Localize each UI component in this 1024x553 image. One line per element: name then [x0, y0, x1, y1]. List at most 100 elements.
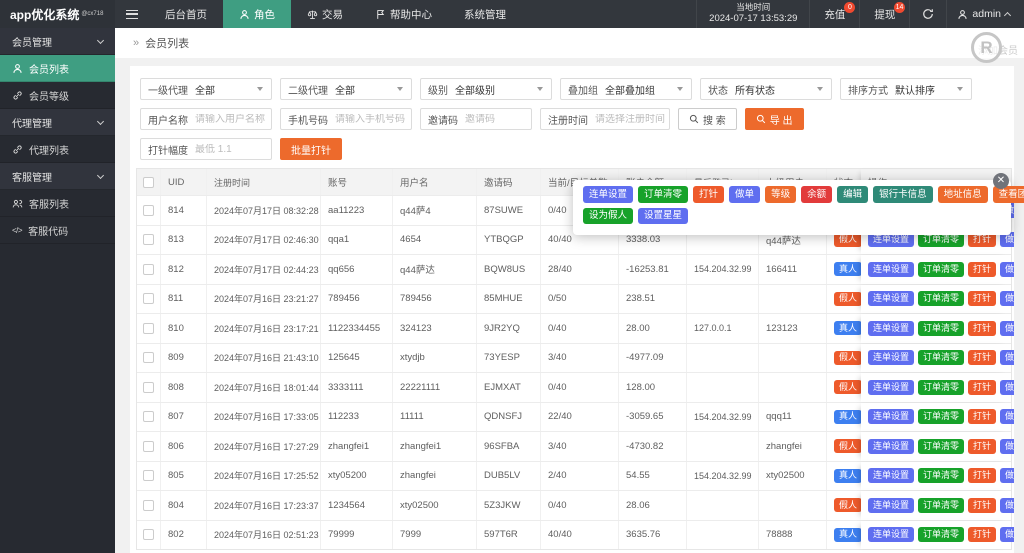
chain-order-settings-button[interactable]: 连单设置 [868, 379, 915, 395]
sidebar-item-service-code[interactable]: </> 客服代码 [0, 217, 115, 244]
chain-order-settings-button[interactable]: 连单设置 [868, 497, 915, 513]
refresh-button[interactable] [909, 0, 946, 28]
select-all-checkbox[interactable] [143, 176, 154, 188]
order-reset-button[interactable]: 订单清零 [918, 409, 965, 425]
row-checkbox[interactable] [143, 352, 154, 364]
select-stack-group[interactable]: 叠加组 全部叠加组 [560, 78, 692, 100]
nav-item-trade[interactable]: 交易 [291, 0, 359, 28]
sidebar-group-member[interactable]: 会员管理 [0, 28, 115, 55]
username-input[interactable] [195, 113, 271, 125]
row-checkbox[interactable] [143, 322, 154, 334]
order-reset-button[interactable]: 订单清零 [918, 291, 965, 307]
select-agent-level1[interactable]: 一级代理 全部 [140, 78, 272, 100]
popup-inject-button[interactable]: 打针 [693, 186, 725, 203]
nav-item-home[interactable]: 后台首页 [149, 0, 223, 28]
popup-balance-button[interactable]: 余额 [801, 186, 833, 203]
select-level[interactable]: 级别 全部级别 [420, 78, 552, 100]
row-checkbox[interactable] [143, 499, 154, 511]
make-order-button[interactable]: 做单 [1000, 409, 1014, 425]
nav-item-roles[interactable]: 角色 [223, 0, 291, 28]
inject-button[interactable]: 打针 [968, 291, 997, 307]
select-sort[interactable]: 排序方式 默认排序 [840, 78, 972, 100]
make-order-button[interactable]: 做单 [1000, 497, 1014, 513]
row-checkbox[interactable] [143, 263, 154, 275]
popup-order-reset-button[interactable]: 订单清零 [638, 186, 689, 203]
inject-button[interactable]: 打针 [968, 320, 997, 336]
withdraw-button[interactable]: 提现 14 [859, 0, 909, 28]
recharge-button[interactable]: 充值 0 [809, 0, 859, 28]
popup-make-order-button[interactable]: 做单 [729, 186, 761, 203]
order-reset-button[interactable]: 订单清零 [918, 438, 965, 454]
inject-button[interactable]: 打针 [968, 497, 997, 513]
make-order-button[interactable]: 做单 [1000, 320, 1014, 336]
order-reset-button[interactable]: 订单清零 [918, 350, 965, 366]
chain-order-settings-button[interactable]: 连单设置 [868, 350, 915, 366]
invite-code-input[interactable] [465, 113, 531, 125]
make-order-button[interactable]: 做单 [1000, 350, 1014, 366]
make-order-button[interactable]: 做单 [1000, 468, 1014, 484]
chain-order-settings-button[interactable]: 连单设置 [868, 291, 915, 307]
make-order-button[interactable]: 做单 [1000, 379, 1014, 395]
popup-set-fake-user-button[interactable]: 设为假人 [583, 207, 634, 224]
table-row: 812 2024年07月17日 02:44:23 qq656 q44萨达 BQW… [137, 254, 1014, 284]
chain-order-settings-button[interactable]: 连单设置 [868, 468, 915, 484]
chain-order-settings-button[interactable]: 连单设置 [868, 320, 915, 336]
inject-button[interactable]: 打针 [968, 468, 997, 484]
chain-order-settings-button[interactable]: 连单设置 [868, 438, 915, 454]
row-checkbox[interactable] [143, 204, 154, 216]
row-checkbox[interactable] [143, 440, 154, 452]
batch-inject-button[interactable]: 批量打针 [280, 138, 342, 160]
sidebar-item-member-list[interactable]: 会员列表 [0, 55, 115, 82]
make-order-button[interactable]: 做单 [1000, 527, 1014, 543]
sidebar-group-agent[interactable]: 代理管理 [0, 109, 115, 136]
order-reset-button[interactable]: 订单清零 [918, 320, 965, 336]
order-reset-button[interactable]: 订单清零 [918, 468, 965, 484]
sidebar-item-member-level[interactable]: 会员等级 [0, 82, 115, 109]
order-reset-button[interactable]: 订单清零 [918, 261, 965, 277]
row-checkbox[interactable] [143, 234, 154, 246]
export-button[interactable]: 导 出 [744, 108, 804, 130]
sidebar-group-service[interactable]: 客服管理 [0, 163, 115, 190]
make-order-button[interactable]: 做单 [1000, 438, 1014, 454]
inject-button[interactable]: 打针 [968, 379, 997, 395]
chain-order-settings-button[interactable]: 连单设置 [868, 409, 915, 425]
popup-address-info-button[interactable]: 地址信息 [937, 186, 988, 203]
popup-set-stars-button[interactable]: 设置星星 [638, 207, 689, 224]
inject-range-input[interactable] [195, 143, 271, 155]
inject-button[interactable]: 打针 [968, 409, 997, 425]
sidebar-item-service-list[interactable]: 客服列表 [0, 190, 115, 217]
inject-button[interactable]: 打针 [968, 438, 997, 454]
select-agent-level2[interactable]: 二级代理 全部 [280, 78, 412, 100]
person-icon [958, 9, 967, 19]
popup-level-button[interactable]: 等级 [765, 186, 797, 203]
make-order-button[interactable]: 做单 [1000, 291, 1014, 307]
inject-button[interactable]: 打针 [968, 527, 997, 543]
make-order-button[interactable]: 做单 [1000, 261, 1014, 277]
order-reset-button[interactable]: 订单清零 [918, 497, 965, 513]
close-icon[interactable]: ✕ [993, 173, 1009, 189]
popup-bank-card-info-button[interactable]: 银行卡信息 [873, 186, 933, 203]
phone-input[interactable] [335, 113, 411, 125]
popup-chain-order-settings-button[interactable]: 连单设置 [583, 186, 634, 203]
select-status[interactable]: 状态 所有状态 [700, 78, 832, 100]
popup-edit-button[interactable]: 编辑 [837, 186, 869, 203]
register-time-input[interactable] [595, 113, 669, 125]
sidebar-item-agent-list[interactable]: 代理列表 [0, 136, 115, 163]
chain-order-settings-button[interactable]: 连单设置 [868, 527, 915, 543]
cell-register-time: 2024年07月17日 02:46:30 [207, 225, 321, 254]
chain-order-settings-button[interactable]: 连单设置 [868, 261, 915, 277]
order-reset-button[interactable]: 订单清零 [918, 379, 965, 395]
row-checkbox[interactable] [143, 381, 154, 393]
order-reset-button[interactable]: 订单清零 [918, 527, 965, 543]
row-checkbox[interactable] [143, 293, 154, 305]
menu-toggle-button[interactable] [115, 0, 149, 28]
nav-item-help[interactable]: 帮助中心 [359, 0, 448, 28]
nav-item-system[interactable]: 系统管理 [448, 0, 522, 28]
row-checkbox[interactable] [143, 411, 154, 423]
inject-button[interactable]: 打针 [968, 261, 997, 277]
row-checkbox[interactable] [143, 470, 154, 482]
inject-button[interactable]: 打针 [968, 350, 997, 366]
row-checkbox[interactable] [143, 529, 154, 541]
search-button[interactable]: 搜 索 [678, 108, 737, 130]
user-menu[interactable]: admin [946, 0, 1024, 28]
